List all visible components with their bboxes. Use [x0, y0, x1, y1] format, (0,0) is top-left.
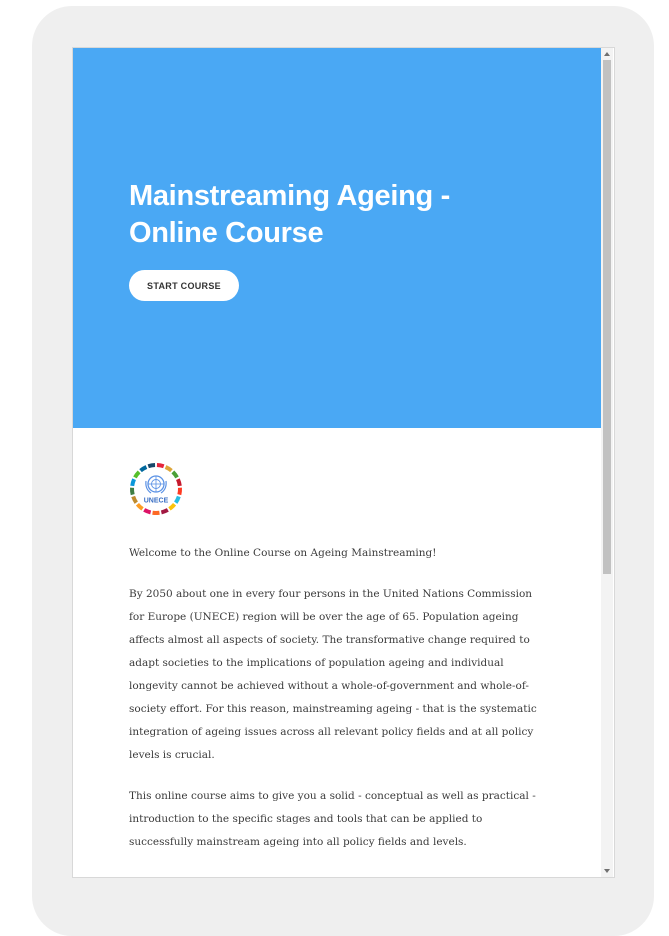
course-description: Welcome to the Online Course on Ageing M… — [129, 542, 541, 872]
unece-logo-text: UNECE — [144, 498, 169, 505]
aims-paragraph: This online course aims to give you a so… — [129, 790, 536, 848]
course-viewport: Mainstreaming Ageing - Online Course STA… — [72, 47, 615, 878]
unece-logo: UNECE — [130, 463, 182, 515]
course-content: Mainstreaming Ageing - Online Course STA… — [73, 48, 601, 877]
welcome-paragraph: Welcome to the Online Course on Ageing M… — [129, 547, 437, 559]
vertical-scrollbar[interactable] — [601, 48, 613, 877]
start-course-button[interactable]: START COURSE — [129, 270, 239, 301]
scroll-thumb[interactable] — [603, 60, 611, 574]
scroll-up-arrow-icon[interactable] — [604, 52, 610, 56]
course-title: Mainstreaming Ageing - Online Course — [129, 180, 451, 249]
intro-paragraph: By 2050 about one in every four persons … — [129, 588, 537, 761]
scroll-down-arrow-icon[interactable] — [604, 869, 610, 873]
hero-banner: Mainstreaming Ageing - Online Course STA… — [73, 48, 601, 428]
